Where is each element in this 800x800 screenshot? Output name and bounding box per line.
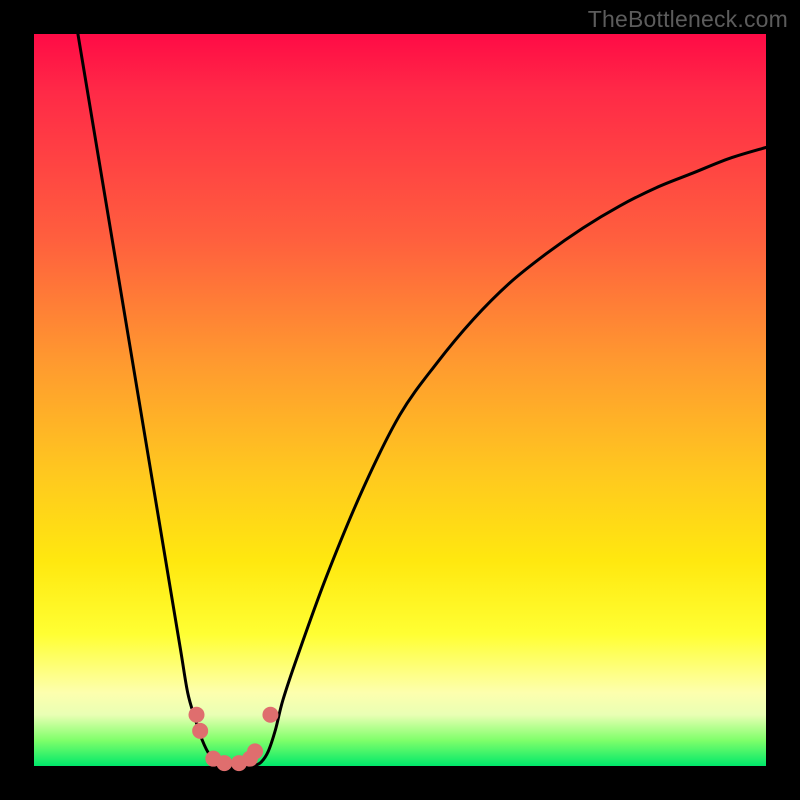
- chart-series-right-branch: [254, 147, 766, 766]
- chart-marker: [262, 707, 278, 723]
- watermark-text: TheBottleneck.com: [588, 6, 788, 33]
- chart-marker: [189, 707, 205, 723]
- chart-frame: TheBottleneck.com: [0, 0, 800, 800]
- chart-marker: [247, 743, 263, 759]
- chart-marker: [192, 723, 208, 739]
- chart-series-left-branch: [78, 34, 224, 766]
- chart-svg: [34, 34, 766, 766]
- chart-plot-area: [34, 34, 766, 766]
- chart-lines: [78, 34, 766, 766]
- chart-marker: [216, 755, 232, 771]
